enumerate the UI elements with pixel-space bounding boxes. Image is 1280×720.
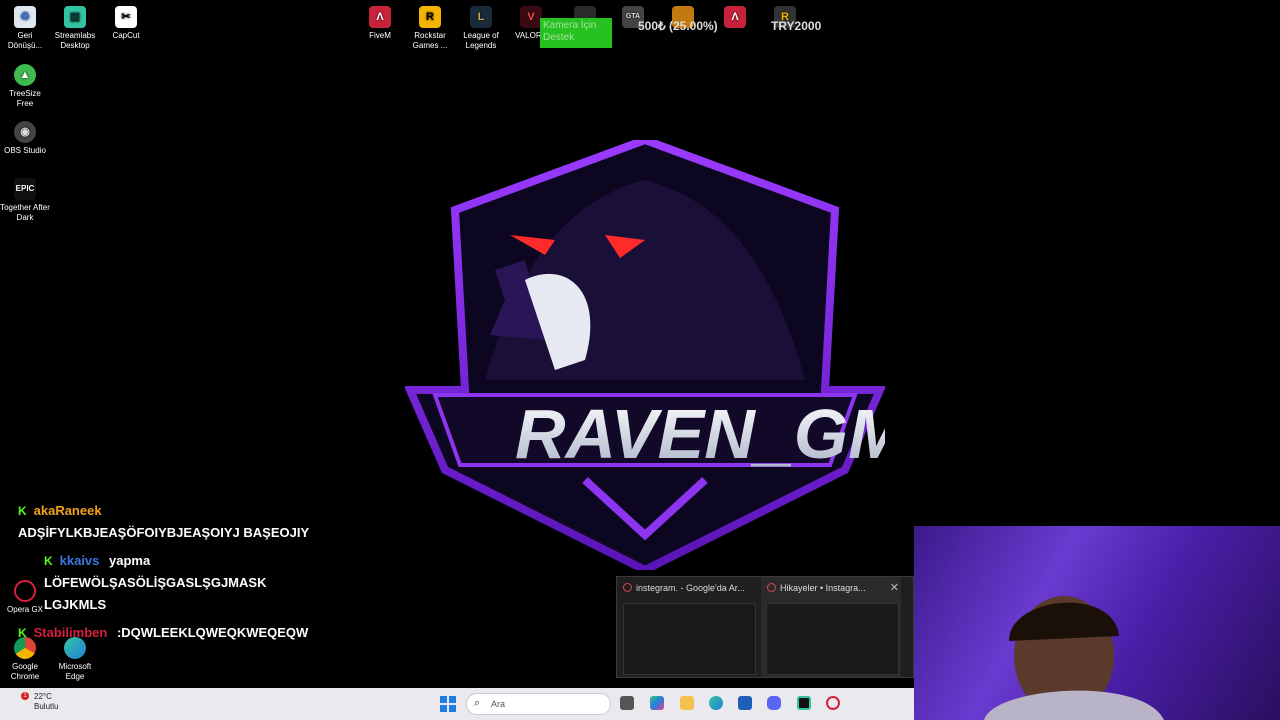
desktop-icon-obs[interactable]: ◉ OBS Studio — [0, 121, 50, 156]
tab-title-row: Hikayeler • Instagra... — [767, 583, 889, 593]
chat-message: K kkaivs yapma LÖFEWÖLŞASÖLİŞGASLŞGJMASK… — [18, 550, 318, 616]
logo-text: RAVEN_GM — [515, 395, 885, 473]
edge-taskbar-icon[interactable] — [709, 696, 723, 710]
desktop-icon-treesize[interactable]: ▲ TreeSize Free — [0, 64, 50, 109]
tab-preview-instagram[interactable]: Hikayeler • Instagra... ✕ — [761, 577, 901, 677]
taskbar-tab-previews: instegram. - Google'da Ar... Hikayeler •… — [616, 576, 914, 678]
desktop-icon-epic[interactable]: EPIC Together After Dark — [0, 178, 50, 223]
kick-badge-icon: K — [18, 504, 27, 518]
desktop-icon-capcut[interactable]: ✂ CapCut — [101, 6, 151, 41]
search-placeholder: Ara — [491, 699, 506, 709]
weather-badge: 1 — [21, 692, 29, 700]
file-explorer-icon[interactable] — [680, 696, 694, 710]
epic-games-icon: EPIC — [14, 178, 36, 200]
chat-username: kkaivs — [59, 553, 100, 568]
desktop-icon-streamlabs[interactable]: ▣ Streamlabs Desktop — [50, 6, 100, 51]
windows-logo-piece — [449, 705, 456, 712]
chat-message: K Stabilimben :DQWLEEKLQWEQKWEQEQW — [18, 622, 318, 644]
desktop-icon-league[interactable]: L League of Legends — [456, 6, 506, 51]
tab-title-row: instegram. - Google'da Ar... — [623, 583, 745, 593]
desktop-icon-label: Google Chrome — [10, 662, 40, 681]
chat-username: akaRaneek — [33, 503, 102, 518]
kick-badge-icon: K — [18, 626, 27, 640]
fivem-icon: Λ — [369, 6, 391, 28]
capcut-icon: ✂ — [115, 6, 137, 28]
desktop-icon-label: FiveM — [369, 31, 391, 40]
rockstar-icon: R — [419, 6, 441, 28]
treesize-icon: ▲ — [14, 64, 36, 86]
desktop-icon-label: OBS Studio — [4, 146, 46, 155]
chat-text: ADŞİFYLKBJEAŞÖFOIYBJEAŞOIYJ BAŞEOJIY — [18, 525, 310, 540]
windows-logo-piece — [440, 705, 447, 712]
chat-message: K akaRaneek ADŞİFYLKBJEAŞÖFOIYBJEAŞOIYJ … — [18, 500, 318, 544]
tab-thumbnail — [623, 603, 756, 675]
goal-amount: 500₺ (25.00%) — [638, 19, 718, 33]
desktop-icon-label: Together After Dark — [0, 203, 50, 222]
desktop-icon-label: Rockstar Games ... — [412, 31, 448, 50]
desktop-icon-label: Microsoft Edge — [58, 662, 92, 681]
weather-desc: Bulutlu — [34, 702, 59, 711]
streamlabs-taskbar-icon[interactable] — [797, 696, 811, 710]
windows-start-button[interactable] — [440, 696, 456, 712]
desktop-icon-label: League of Legends — [463, 31, 499, 50]
desktop-icon-label: Streamlabs Desktop — [54, 31, 96, 50]
league-of-legends-icon: L — [470, 6, 492, 28]
opera-gx-taskbar-icon[interactable] — [826, 696, 840, 710]
streamlabs-icon: ▣ — [64, 6, 86, 28]
webcam-person — [984, 596, 1164, 720]
windows-logo-piece — [449, 696, 456, 703]
valorant-icon: V — [520, 6, 542, 28]
tab-title: Hikayeler • Instagra... — [780, 583, 866, 593]
tab-preview-google[interactable]: instegram. - Google'da Ar... — [617, 577, 757, 677]
taskbar-search[interactable]: ⌕ Ara — [466, 693, 611, 715]
chat-username: Stabilimben — [33, 625, 108, 640]
search-icon: ⌕ — [474, 697, 481, 709]
desktop-icon-label: TreeSize Free — [9, 89, 41, 108]
discord-icon[interactable] — [767, 696, 781, 710]
opera-icon — [767, 583, 776, 592]
store-icon[interactable] — [738, 696, 752, 710]
widgets-icon[interactable] — [650, 696, 664, 710]
tab-title: instegram. - Google'da Ar... — [636, 583, 745, 593]
stream-chat: K akaRaneek ADŞİFYLKBJEAŞÖFOIYBJEAŞOIYJ … — [18, 500, 318, 650]
close-icon[interactable]: ✕ — [890, 581, 899, 594]
recycle-bin-icon: ♻ — [14, 6, 36, 28]
raven-logo: RAVEN_GM — [405, 140, 885, 570]
desktop-icon-label: CapCut — [112, 31, 140, 40]
goal-target: TRY2000 — [771, 19, 822, 33]
kick-badge-icon: K — [44, 554, 53, 568]
opera-icon — [623, 583, 632, 592]
desktop-icon-recycle-bin[interactable]: ♻ Geri Dönüşü... — [0, 6, 50, 51]
task-view-icon[interactable] — [620, 696, 634, 710]
windows-logo-icon — [440, 696, 447, 703]
desktop-icon-rockstar[interactable]: R Rockstar Games ... — [405, 6, 455, 51]
desktop-icon-label: Geri Dönüşü... — [7, 31, 43, 50]
webcam-feed — [914, 526, 1280, 720]
desktop-icon-fivem[interactable]: Λ FiveM — [355, 6, 405, 41]
tab-thumbnail — [766, 603, 899, 675]
fivem-icon: Λ — [724, 6, 746, 28]
goal-label: Kamera İçin Destek — [543, 20, 597, 43]
weather-widget[interactable]: 1 22°C Bulutlu — [14, 692, 58, 712]
obs-icon: ◉ — [14, 121, 36, 143]
chat-text: :DQWLEEKLQWEQKWEQEQW — [116, 625, 309, 640]
taskbar: 1 22°C Bulutlu ⌕ Ara — [0, 688, 914, 720]
